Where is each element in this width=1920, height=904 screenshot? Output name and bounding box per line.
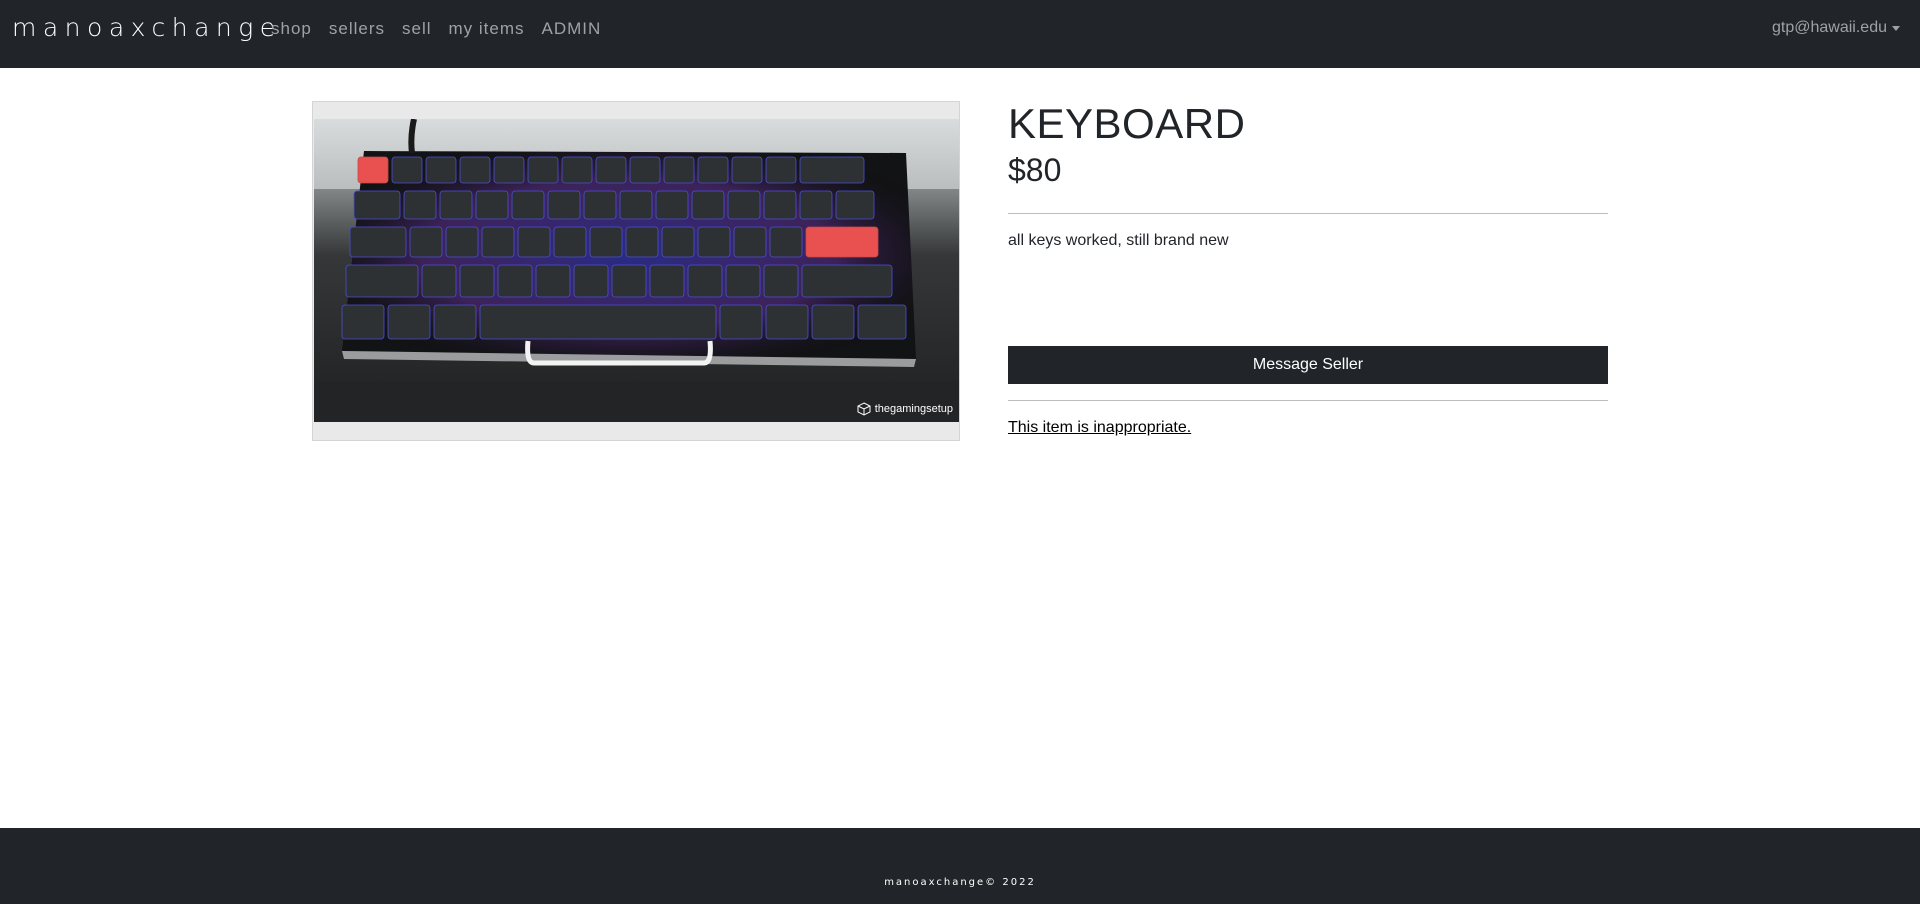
item-image-frame: thegamingsetup: [312, 101, 960, 441]
item-description: all keys worked, still brand new: [1008, 232, 1229, 249]
keyboard-photo-icon: [314, 119, 959, 422]
nav-link-my-items[interactable]: my items: [449, 19, 525, 39]
item-image: thegamingsetup: [314, 119, 959, 422]
user-email: gtp@hawaii.edu: [1772, 19, 1887, 36]
message-seller-button[interactable]: Message Seller: [1008, 346, 1608, 384]
footer-copyright: manoaxchange© 2022: [884, 877, 1036, 888]
navbar: manoaxchange shop sellers sell my items …: [0, 0, 1920, 68]
caret-down-icon: [1892, 25, 1900, 31]
watermark-text: thegamingsetup: [874, 403, 953, 415]
report-item-link[interactable]: This item is inappropriate.: [1008, 419, 1191, 437]
item-title: KEYBOARD: [1008, 100, 1246, 147]
user-dropdown[interactable]: gtp@hawaii.edu: [1772, 19, 1900, 37]
divider: [1008, 400, 1608, 401]
nav-link-admin[interactable]: ADMIN: [542, 19, 602, 39]
divider: [1008, 213, 1608, 214]
nav-links: shop sellers sell my items ADMIN: [271, 19, 618, 39]
nav-link-sell[interactable]: sell: [402, 19, 432, 39]
footer: [0, 828, 1920, 904]
image-watermark: thegamingsetup: [857, 402, 953, 416]
box-logo-icon: [857, 402, 871, 416]
nav-link-shop[interactable]: shop: [271, 19, 312, 39]
item-price: $80: [1008, 152, 1062, 188]
nav-link-sellers[interactable]: sellers: [329, 19, 385, 39]
brand-logo[interactable]: manoaxchange: [12, 13, 282, 42]
